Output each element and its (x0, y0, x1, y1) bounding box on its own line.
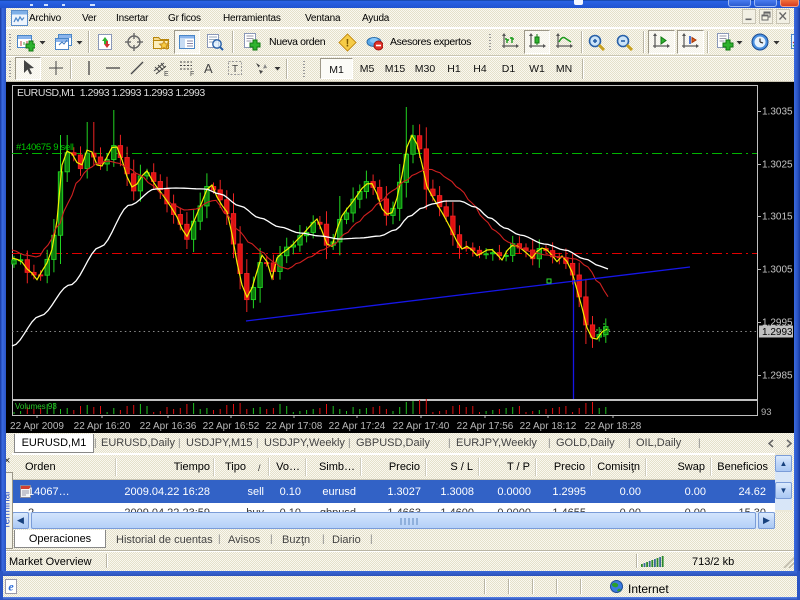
svg-text:22 Apr 18:12: 22 Apr 18:12 (520, 421, 577, 432)
svg-text:Volumes 93: Volumes 93 (15, 402, 57, 411)
svg-text:E: E (164, 71, 169, 77)
svg-text:e: e (8, 580, 14, 594)
svg-text:!: ! (346, 38, 350, 50)
svg-text:22 Apr 17:56: 22 Apr 17:56 (457, 421, 514, 432)
svg-text:93: 93 (761, 407, 772, 418)
svg-text:F: F (190, 71, 194, 77)
svg-text:1.3005: 1.3005 (762, 265, 793, 276)
svg-text:22 Apr 16:52: 22 Apr 16:52 (203, 421, 260, 432)
svg-text:EURUSD,M1 1.2993 1.2993 1.299: EURUSD,M1 1.2993 1.2993 1.2993 1.2993 (17, 87, 205, 99)
svg-text:#140675 9 sell: #140675 9 sell (16, 142, 74, 153)
svg-text:22 Apr 17:40: 22 Apr 17:40 (393, 421, 450, 432)
svg-text:22 Apr 18:28: 22 Apr 18:28 (585, 421, 642, 432)
svg-text:22 Apr 17:08: 22 Apr 17:08 (266, 421, 323, 432)
svg-text:22 Apr 16:36: 22 Apr 16:36 (140, 421, 197, 432)
svg-text:22 Apr 16:20: 22 Apr 16:20 (74, 421, 131, 432)
svg-text:1.2985: 1.2985 (762, 371, 793, 382)
svg-text:1.2993: 1.2993 (762, 327, 793, 338)
svg-text:1.3025: 1.3025 (762, 160, 793, 171)
svg-text:1.3035: 1.3035 (762, 107, 793, 118)
svg-text:1.3015: 1.3015 (762, 212, 793, 223)
svg-text:T: T (232, 64, 238, 75)
svg-text:22 Apr 2009: 22 Apr 2009 (10, 421, 64, 432)
svg-text:22 Apr 17:24: 22 Apr 17:24 (329, 421, 386, 432)
